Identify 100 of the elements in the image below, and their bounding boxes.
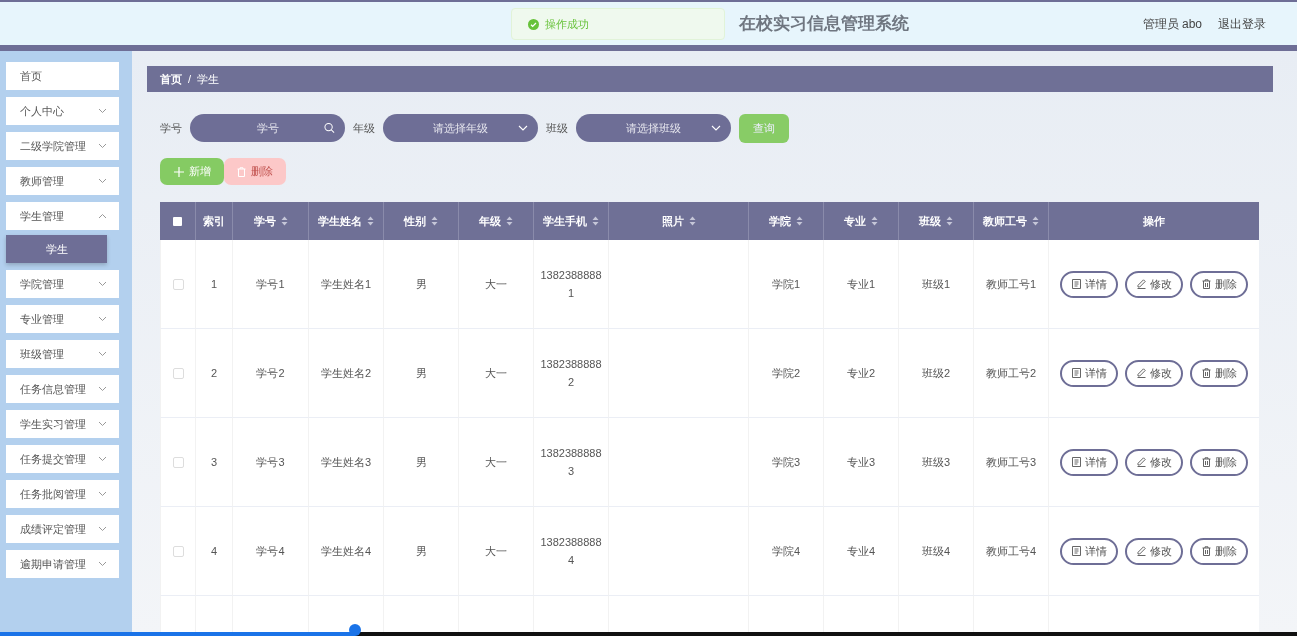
row-checkbox[interactable] bbox=[172, 367, 184, 379]
sidebar-item[interactable]: 逾期申请管理 bbox=[6, 550, 119, 578]
sidebar-item[interactable]: 专业管理 bbox=[6, 305, 119, 333]
column-header[interactable]: 学生姓名 bbox=[308, 202, 383, 240]
sidebar-item[interactable]: 任务批阅管理 bbox=[6, 480, 119, 508]
column-header[interactable]: 年级 bbox=[458, 202, 533, 240]
edit-button[interactable]: 修改 bbox=[1125, 270, 1183, 298]
table-cell: 学院4 bbox=[771, 543, 801, 559]
chevron-icon bbox=[98, 213, 107, 219]
sort-icon bbox=[796, 216, 803, 226]
pencil-icon bbox=[1136, 457, 1146, 467]
select-all-checkbox[interactable] bbox=[173, 216, 182, 226]
table-cell: 学号3 bbox=[256, 454, 285, 470]
select-field[interactable]: 请选择班级 bbox=[576, 114, 731, 142]
breadcrumb-item[interactable]: 首页 bbox=[160, 71, 182, 87]
sidebar-item[interactable]: 二级学院管理 bbox=[6, 132, 119, 160]
sort-icon bbox=[688, 216, 696, 226]
column-header[interactable]: 学院 bbox=[748, 202, 823, 240]
column-header[interactable]: 班级 bbox=[898, 202, 973, 240]
edit-button[interactable]: 修改 bbox=[1125, 448, 1183, 476]
logout-link[interactable]: 退出登录 bbox=[1218, 16, 1266, 33]
row-checkbox[interactable] bbox=[172, 545, 184, 557]
chevron-icon bbox=[518, 125, 528, 131]
table-cell: 专业1 bbox=[846, 276, 876, 292]
edit-button[interactable]: 修改 bbox=[1125, 359, 1183, 387]
search-icon bbox=[324, 122, 335, 134]
sidebar-item[interactable]: 任务提交管理 bbox=[6, 445, 119, 473]
filter-label: 学号 bbox=[160, 120, 182, 136]
sidebar-item[interactable]: 首页 bbox=[6, 62, 119, 90]
table-cell: 班级4 bbox=[921, 543, 951, 559]
table-cell-text: 13823888881 bbox=[540, 268, 602, 301]
search-field[interactable]: 学号 bbox=[190, 114, 345, 142]
chevron-icon bbox=[711, 125, 721, 131]
sort-icon bbox=[1032, 216, 1039, 226]
table-cell-text: 13823888883 bbox=[540, 446, 602, 479]
delete-button[interactable]: 删除 bbox=[1190, 448, 1248, 476]
detail-button[interactable]: 详情 bbox=[1060, 359, 1118, 387]
column-header[interactable]: 照片 bbox=[608, 202, 748, 240]
sort-icon bbox=[506, 216, 513, 226]
delete-button[interactable]: 删除 bbox=[1190, 537, 1248, 565]
chevron-icon bbox=[98, 143, 107, 149]
check-circle-icon bbox=[528, 18, 539, 30]
column-header[interactable]: 教师工号 bbox=[973, 202, 1048, 240]
chevron-icon bbox=[98, 281, 107, 287]
sidebar-item[interactable]: 学院管理 bbox=[6, 270, 119, 298]
sidebar-item[interactable]: 学生管理 bbox=[6, 202, 119, 230]
app-title: 在校实习信息管理系统 bbox=[738, 13, 909, 35]
sidebar-item[interactable]: 教师管理 bbox=[6, 167, 119, 195]
sidebar-item[interactable]: 学生实习管理 bbox=[6, 410, 119, 438]
chevron-icon bbox=[98, 178, 107, 184]
sort-icon bbox=[592, 216, 599, 226]
document-icon bbox=[1071, 457, 1081, 467]
sort-icon bbox=[367, 216, 374, 226]
table-cell: 学院3 bbox=[771, 454, 801, 470]
chevron-icon bbox=[98, 491, 107, 497]
pencil-icon bbox=[1136, 368, 1146, 378]
select-field[interactable]: 请选择年级 bbox=[383, 114, 538, 142]
sort-icon bbox=[871, 216, 878, 226]
table-cell: 大一 bbox=[485, 365, 507, 381]
table-cell: 班级1 bbox=[921, 276, 951, 292]
sidebar-item[interactable]: 成绩评定管理 bbox=[6, 515, 119, 543]
detail-button[interactable]: 详情 bbox=[1060, 448, 1118, 476]
table-cell: 教师工号4 bbox=[985, 543, 1037, 559]
table-cell: 男 bbox=[415, 543, 427, 559]
row-checkbox[interactable] bbox=[172, 278, 184, 290]
table-cell: 大一 bbox=[485, 276, 507, 292]
sidebar-item[interactable]: 班级管理 bbox=[6, 340, 119, 368]
sidebar-item[interactable]: 个人中心 bbox=[6, 97, 119, 125]
detail-button[interactable]: 详情 bbox=[1060, 270, 1118, 298]
pencil-icon bbox=[1136, 279, 1146, 289]
table-cell: 教师工号1 bbox=[985, 276, 1037, 292]
row-checkbox[interactable] bbox=[172, 456, 184, 468]
table-cell: 大一 bbox=[485, 543, 507, 559]
column-header[interactable]: 学号 bbox=[232, 202, 308, 240]
table-cell: 学号1 bbox=[256, 276, 285, 292]
table-cell: 专业4 bbox=[846, 543, 876, 559]
column-header[interactable]: 性别 bbox=[383, 202, 458, 240]
table-cell: 大一 bbox=[485, 454, 507, 470]
chevron-icon bbox=[98, 561, 107, 567]
delete-button[interactable]: 删除 bbox=[1190, 270, 1248, 298]
sort-icon bbox=[280, 216, 288, 226]
breadcrumb-item[interactable]: 学生 bbox=[197, 71, 220, 87]
delete-button[interactable]: 删除 bbox=[1190, 359, 1248, 387]
column-header[interactable]: 专业 bbox=[823, 202, 898, 240]
detail-button[interactable]: 详情 bbox=[1060, 537, 1118, 565]
table-cell-text: 13823888882 bbox=[540, 357, 602, 390]
table-cell: 学院2 bbox=[771, 365, 801, 381]
plus-icon bbox=[173, 166, 184, 177]
table-cell: 4 bbox=[210, 545, 218, 557]
sidebar-item[interactable]: 任务信息管理 bbox=[6, 375, 119, 403]
table-cell: 专业2 bbox=[846, 365, 876, 381]
seek-bar[interactable] bbox=[0, 632, 1297, 636]
table-cell: 班级3 bbox=[921, 454, 951, 470]
trash-icon bbox=[237, 166, 246, 177]
table-cell: 教师工号2 bbox=[985, 365, 1037, 381]
sort-icon bbox=[431, 216, 438, 226]
chevron-icon bbox=[98, 108, 107, 114]
edit-button[interactable]: 修改 bbox=[1125, 537, 1183, 565]
column-header[interactable]: 学生手机 bbox=[533, 202, 608, 240]
submenu-item[interactable]: 学生 bbox=[6, 235, 107, 263]
